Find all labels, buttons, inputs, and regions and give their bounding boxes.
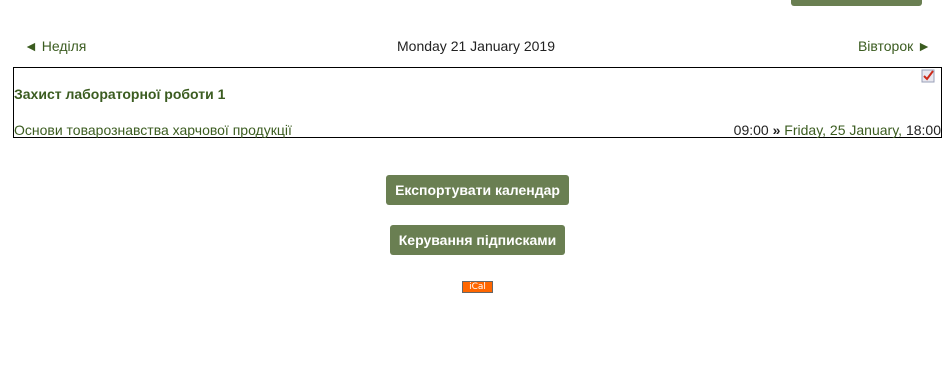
event-title[interactable]: Захист лабораторної роботи 1 — [14, 86, 225, 102]
manage-subscriptions-button[interactable]: Керування підписками — [390, 225, 565, 255]
current-date: Monday 21 January 2019 — [397, 38, 555, 54]
export-calendar-button[interactable]: Експортувати календар — [386, 175, 569, 205]
end-date-link[interactable]: Friday, 25 January, — [784, 122, 902, 138]
end-time: 18:00 — [905, 122, 941, 138]
next-day-link[interactable]: Вівторок ► — [858, 38, 931, 54]
event-card: Захист лабораторної роботи 1 Основи това… — [13, 67, 942, 138]
day-navigation: ◄ Неділя Monday 21 January 2019 Вівторок… — [0, 38, 952, 56]
start-time: 09:00 — [733, 122, 769, 138]
event-time: 09:00 » Friday, 25 January, 18:00 — [734, 122, 941, 138]
course-link[interactable]: Основи товарознавства харчової продукції — [14, 122, 292, 138]
ical-badge[interactable]: iCal — [462, 281, 493, 293]
partial-top-button[interactable] — [791, 0, 922, 6]
time-separator: » — [772, 122, 781, 138]
edit-checkmark-icon[interactable] — [921, 69, 935, 83]
